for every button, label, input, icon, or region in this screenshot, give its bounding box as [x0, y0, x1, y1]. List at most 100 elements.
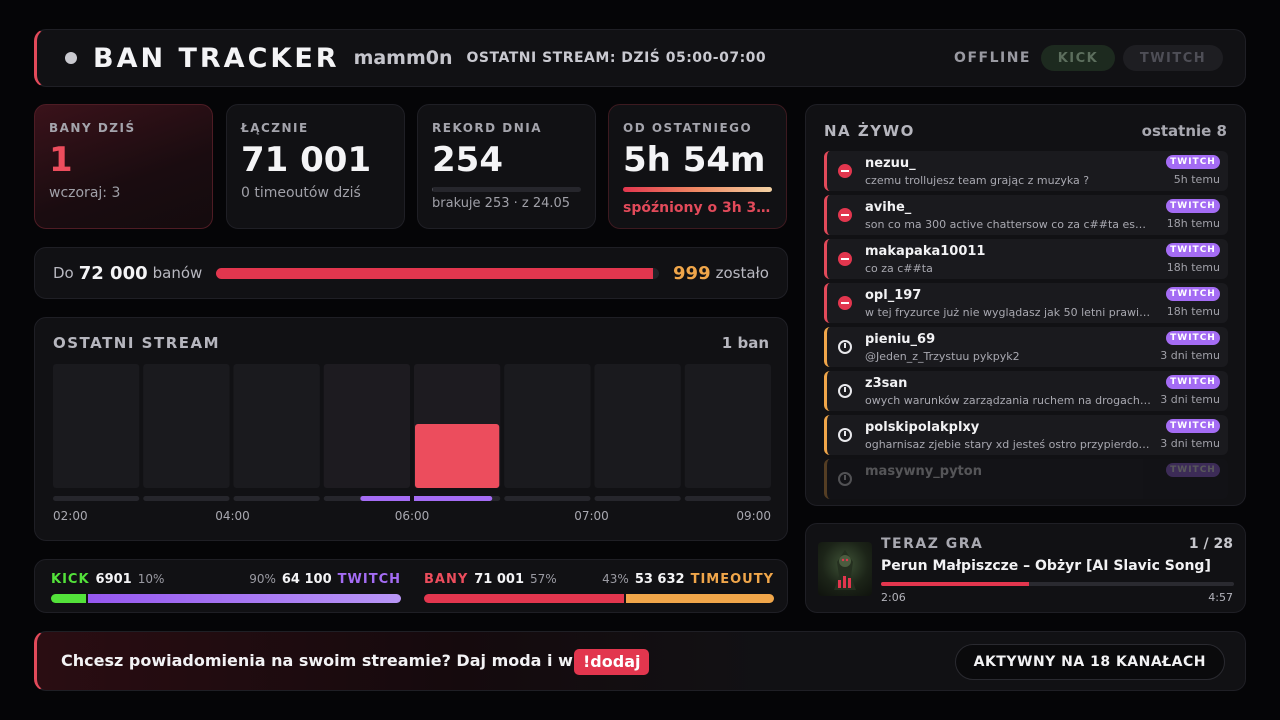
twitch-segment: [88, 594, 401, 603]
stat-label: ŁĄCZNIE: [241, 121, 309, 135]
goal-target: 72 000: [78, 262, 148, 284]
platform-ratio: KICK 6901 10% 90% 64 100 TWITCH: [51, 572, 401, 603]
bans-segment: [424, 594, 624, 603]
kick-segment: [51, 594, 86, 603]
stat-card-record: REKORD DNIA 254 brakuje 253 · z 24.05: [417, 104, 596, 229]
playlist-position: 1 / 28: [1188, 536, 1233, 552]
twitch-platform-pill[interactable]: TWITCH: [1123, 45, 1223, 71]
live-feed-item[interactable]: masywny_pyton TWITCH: [824, 459, 1228, 499]
feed-platform-badge: TWITCH: [1166, 419, 1220, 433]
live-feed-title: NA ŻYWO: [824, 122, 915, 140]
goal-unit: banów: [152, 264, 203, 282]
stat-label: OD OSTATNIEGO: [623, 121, 753, 135]
last-stream-info: OSTATNI STREAM: DZIŚ 05:00-07:00: [466, 50, 767, 66]
twitch-value: 64 100: [281, 572, 332, 587]
feed-platform-badge: TWITCH: [1166, 331, 1220, 345]
timeouts-segment: [625, 594, 774, 603]
feed-time: 3 dni temu: [1160, 437, 1220, 450]
chart-bar[interactable]: [415, 424, 500, 488]
live-feed-item[interactable]: avihe_ son co ma 300 active chattersow co…: [824, 195, 1228, 235]
since-gradient-bar: [623, 187, 772, 192]
chart-timeline-segment: [594, 496, 681, 501]
live-feed-item[interactable]: polskipolakplxy ogharnisaz zjebie stary x…: [824, 415, 1228, 455]
stat-label: BANY DZIŚ: [49, 121, 136, 135]
chart-x-tick-label: 02:00: [53, 509, 88, 523]
feed-platform-badge: TWITCH: [1166, 243, 1220, 257]
feed-username: avihe_: [865, 200, 912, 215]
feed-message: ogharnisaz zjebie stary xd jesteś ostro …: [865, 438, 1151, 451]
feed-time: 18h temu: [1166, 305, 1220, 318]
live-feed-panel: NA ŻYWO ostatnie 8 nezuu_ czemu trollujes…: [805, 104, 1246, 506]
feed-time: 18h temu: [1166, 217, 1220, 230]
status-dot-icon: [65, 52, 77, 64]
chart-column-bg: [143, 364, 230, 488]
stat-value: 1: [49, 140, 73, 180]
bans-pct: 57%: [530, 572, 557, 586]
footer-banner: Chcesz powiadomienia na swoim streamie? …: [34, 631, 1246, 691]
chart-summary: 1 ban: [721, 334, 769, 352]
footer-message: Chcesz powiadomienia na swoim streamie? …: [61, 651, 609, 670]
goal-prefix: Do: [53, 264, 74, 282]
feed-platform-badge: TWITCH: [1166, 375, 1220, 389]
live-feed-item[interactable]: makapaka10011 co za c##ta TWITCH 18h temu: [824, 239, 1228, 279]
record-progress-fill: [432, 187, 433, 192]
chart-timeline-segment: [53, 496, 140, 501]
timeouts-value: 53 632: [634, 572, 685, 587]
feed-message: owych warunków zarządzania ruchem na dro…: [865, 394, 1151, 407]
live-feed-item[interactable]: nezuu_ czemu trollujesz team grając z muz…: [824, 151, 1228, 191]
stat-sub: brakuje 253 · z 24.05: [432, 196, 571, 211]
live-feed-item[interactable]: pieniu_69 @Jeden_z_Trzystuu pykpyk2 TWITCH…: [824, 327, 1228, 367]
timeouts-pct: 43%: [602, 572, 629, 586]
feed-username: makapaka10011: [865, 244, 986, 259]
ratio-panel: KICK 6901 10% 90% 64 100 TWITCH BANY 71 …: [34, 559, 788, 613]
song-current-time: 2:06: [881, 591, 906, 604]
stopwatch-icon: [838, 340, 852, 354]
live-feed-count: ostatnie 8: [1141, 122, 1227, 140]
ban-icon: [838, 252, 852, 266]
feed-time: 5h temu: [1173, 173, 1220, 186]
feed-username: masywny_pyton: [865, 464, 982, 479]
bans-label: BANY: [424, 572, 469, 587]
feed-username: pieniu_69: [865, 332, 936, 347]
kick-platform-pill[interactable]: KICK: [1041, 45, 1115, 71]
live-feed-item[interactable]: z3san owych warunków zarządzania ruchem n…: [824, 371, 1228, 411]
twitch-label: TWITCH: [337, 572, 401, 587]
stat-card-since-last: OD OSTATNIEGO 5h 54m spóźniony o 3h 31..…: [608, 104, 787, 229]
stat-value: 254: [432, 140, 503, 180]
chart-column-bg: [53, 364, 140, 488]
chart-timeline-segment: [684, 496, 771, 501]
feed-platform-badge: TWITCH: [1166, 287, 1220, 301]
song-progress-bar[interactable]: [881, 582, 1234, 586]
header-bar: BAN TRACKER mamm0n OSTATNI STREAM: DZIŚ …: [34, 29, 1246, 87]
feed-username: z3san: [865, 376, 908, 391]
stat-sub: wczoraj: 3: [49, 185, 121, 201]
platform-ratio-bar: [51, 594, 401, 603]
stream-status: OFFLINE: [954, 50, 1031, 66]
feed-platform-badge: TWITCH: [1166, 463, 1220, 477]
song-title: Perun Małpiszcze – Obżyr [AI Slavic Song…: [881, 558, 1211, 574]
feed-message: w tej fryzurce już nie wyglądasz jak 50 …: [865, 306, 1151, 319]
channel-name: mamm0n: [353, 47, 453, 69]
stat-value: 71 001: [241, 140, 372, 180]
chart-x-tick-label: 07:00: [574, 509, 609, 523]
kick-value: 6901: [95, 572, 132, 587]
chart-column-bg: [323, 364, 410, 488]
type-ratio: BANY 71 001 57% 43% 53 632 TIMEOUTY: [424, 572, 774, 603]
goal-remaining: 999: [673, 262, 711, 284]
chart-x-tick-label: 04:00: [215, 509, 250, 523]
type-ratio-bar: [424, 594, 774, 603]
feed-time: 3 dni temu: [1160, 349, 1220, 362]
last-stream-chart-panel: 02:00 04:00 06:00 07:00 09:00 OSTATNI STREAM…: [34, 317, 788, 541]
stat-value: 5h 54m: [623, 140, 766, 180]
feed-message: czemu trollujesz team grając z muzyka ?: [865, 174, 1090, 187]
stopwatch-icon: [838, 384, 852, 398]
twitch-pct: 90%: [249, 572, 276, 586]
feed-username: opl_197: [865, 288, 922, 303]
kick-label: KICK: [51, 572, 90, 587]
stat-card-total: ŁĄCZNIE 71 001 0 timeoutów dziś: [226, 104, 405, 229]
feed-message: co za c##ta: [865, 262, 933, 275]
live-feed-item[interactable]: opl_197w tej fryzurce już nie wyglądasz …: [824, 283, 1228, 323]
live-feed-list[interactable]: nezuu_ czemu trollujesz team grając z muz…: [824, 151, 1228, 503]
chart-timeline-segment: [143, 496, 230, 501]
add-command-badge: !dodaj: [574, 649, 650, 675]
